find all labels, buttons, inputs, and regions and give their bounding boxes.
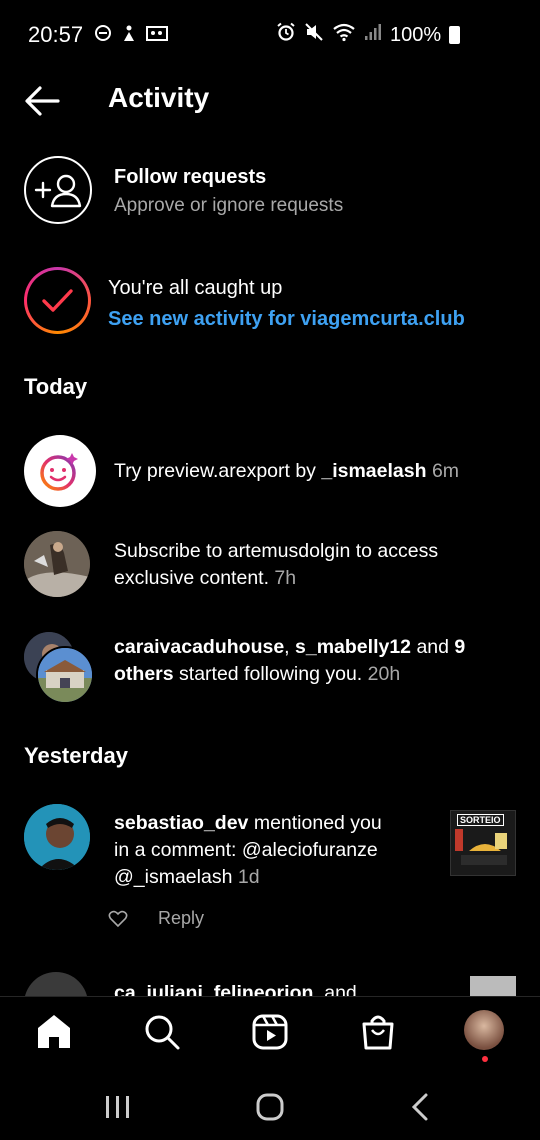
notification-text-rest: , and: [313, 982, 357, 996]
avatar[interactable]: [36, 646, 94, 704]
status-time: 20:57: [28, 22, 84, 47]
battery-percent: 100%: [390, 23, 442, 46]
notification-text-line3: @_ismaelash: [114, 866, 238, 888]
notification-text-line1: mentioned you: [248, 812, 382, 834]
notification-username[interactable]: sebastiao_dev: [114, 812, 248, 834]
others-count: 9: [454, 636, 466, 658]
back-system-icon[interactable]: [408, 1092, 432, 1127]
alarm-icon: [276, 22, 296, 48]
section-yesterday: Yesterday: [24, 743, 128, 768]
profile-avatar: [464, 1010, 504, 1050]
notification-text-line2: in a comment: @aleciofuranze: [114, 839, 378, 861]
list-item[interactable]: caraivacaduhouse, s_mabelly12 and 9 other…: [0, 628, 540, 708]
follow-requests-subtitle: Approve or ignore requests: [114, 195, 344, 216]
notification-text: sebastiao_dev mentioned you in a comment:…: [114, 810, 414, 891]
notification-time: 1d: [237, 866, 260, 888]
home-icon[interactable]: [32, 1010, 76, 1054]
checkmark-icon: [27, 270, 88, 331]
and-text: and: [411, 636, 455, 658]
add-person-icon: [24, 156, 92, 224]
notification-text-rest: started following you.: [173, 663, 368, 685]
notification-time: 20h: [367, 663, 401, 685]
section-today: Today: [24, 374, 88, 399]
notification-text: ca_iuliani_felineorion, and: [114, 980, 504, 996]
wifi-icon: [332, 22, 356, 48]
notification-time: 6m: [431, 460, 460, 482]
voicemail-icon: [146, 24, 168, 42]
notification-text-line2: exclusive content.: [114, 567, 275, 589]
list-item[interactable]: Subscribe to artemusdolgin to access excl…: [0, 528, 540, 604]
accessibility-icon: [120, 24, 138, 42]
notification-text: caraivacaduhouse, s_mabelly12 and 9 other…: [114, 634, 504, 688]
post-thumbnail[interactable]: SORTEIO: [450, 810, 516, 876]
profile-tab[interactable]: [464, 1010, 508, 1062]
heart-icon[interactable]: [108, 910, 128, 928]
notification-username[interactable]: ca_iuliani_felineorion: [114, 982, 313, 996]
back-button[interactable]: [22, 84, 62, 118]
recent-apps-icon[interactable]: [104, 1094, 132, 1125]
battery-icon: [449, 26, 461, 44]
system-nav-bar: [0, 1080, 540, 1140]
signal-icon: [364, 22, 382, 48]
see-new-activity-link[interactable]: See new activity for viagemcurta.club: [108, 308, 465, 331]
home-system-icon[interactable]: [255, 1092, 285, 1127]
list-item[interactable]: ca_iuliani_felineorion, and: [0, 968, 540, 996]
follow-requests-title: Follow requests: [114, 166, 267, 188]
mute-icon: [304, 22, 324, 48]
notification-dot: [482, 1056, 488, 1062]
notification-text: Subscribe to artemusdolgin to access excl…: [114, 538, 504, 592]
notification-text-line1: Subscribe to artemusdolgin to access: [114, 540, 439, 562]
status-right-icons: 100%: [276, 22, 461, 48]
reels-icon[interactable]: [248, 1010, 292, 1054]
search-icon[interactable]: [140, 1010, 184, 1054]
avatar[interactable]: [24, 531, 90, 597]
post-thumbnail[interactable]: [470, 976, 516, 996]
others-label[interactable]: others: [114, 663, 174, 685]
notification-time: 7h: [274, 567, 297, 589]
separator-text: ,: [284, 636, 296, 658]
list-item[interactable]: Try preview.arexport by _ismaelash 6m: [0, 430, 540, 512]
notification-username[interactable]: caraivacaduhouse: [114, 636, 284, 658]
status-left-icons: [94, 24, 168, 42]
list-item[interactable]: sebastiao_dev mentioned you in a comment:…: [0, 800, 540, 940]
notification-text: Try preview.arexport by _ismaelash 6m: [114, 458, 504, 485]
notification-username[interactable]: s_mabelly12: [295, 636, 411, 658]
page-title: Activity: [108, 82, 210, 113]
caught-up-title: You're all caught up: [108, 277, 283, 299]
avatar[interactable]: [24, 972, 88, 996]
back-arrow-icon: [25, 86, 60, 116]
notification-text-pre: Try preview.arexport by: [114, 460, 322, 482]
follow-requests-row[interactable]: Follow requests Approve or ignore reques…: [0, 150, 540, 230]
dnd-icon: [94, 24, 112, 42]
effect-smile-icon: [24, 435, 96, 507]
notification-username[interactable]: _ismaelash: [321, 460, 426, 482]
shop-icon[interactable]: [356, 1010, 400, 1054]
status-bar: 20:57 100%: [0, 0, 540, 70]
avatar[interactable]: [24, 804, 90, 870]
reply-button[interactable]: Reply: [158, 908, 204, 929]
